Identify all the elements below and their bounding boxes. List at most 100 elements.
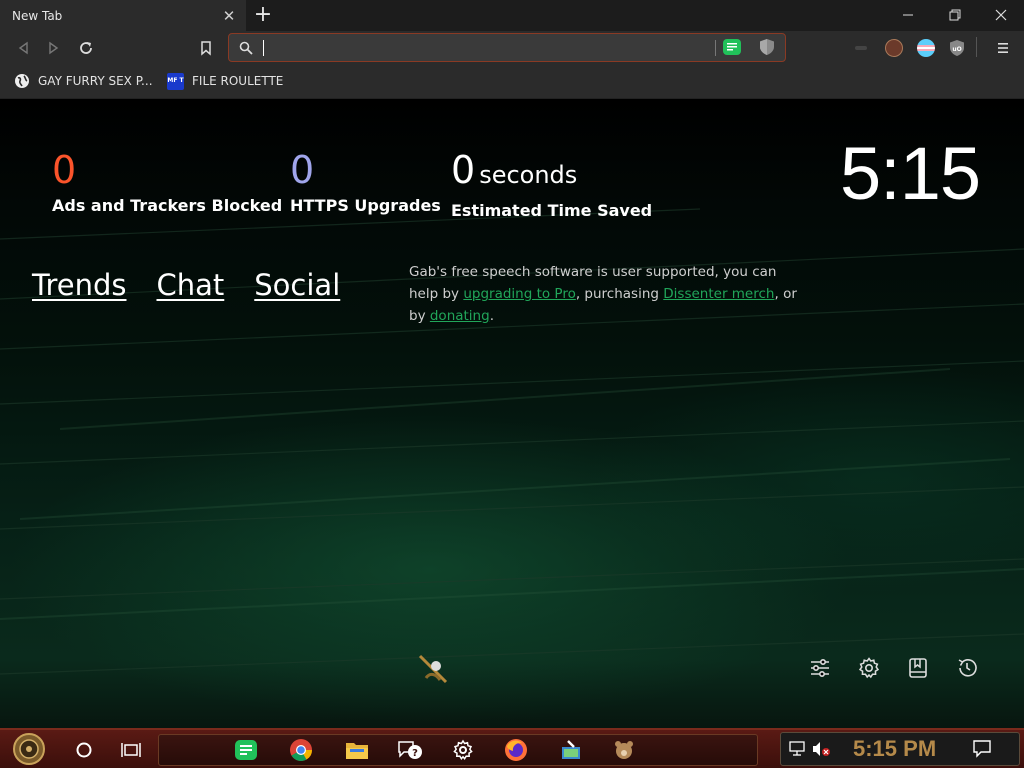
bookmark-button[interactable] [195, 37, 217, 59]
forward-icon [49, 41, 59, 55]
settings-button[interactable] [857, 656, 881, 680]
book-icon [909, 658, 927, 678]
taskbar-app-settings[interactable] [449, 736, 477, 764]
system-tray: 5:15 PM [780, 732, 1020, 766]
dissenter-icon [235, 740, 257, 760]
close-icon [995, 9, 1007, 21]
time-saved-stat: 0 seconds Estimated Time Saved [451, 148, 652, 220]
svg-text:uO: uO [952, 46, 961, 53]
volume-muted-icon[interactable] [812, 741, 832, 757]
mascot-icon [418, 654, 448, 684]
trends-link[interactable]: Trends [32, 268, 126, 302]
taskbar-app-chrome[interactable] [287, 736, 315, 764]
avatar-extension-icon[interactable] [885, 39, 903, 57]
menu-button[interactable] [992, 37, 1014, 59]
notification-icon[interactable] [973, 740, 991, 758]
url-bar[interactable] [228, 33, 786, 62]
hamburger-icon [998, 43, 1008, 53]
time-saved-label: Estimated Time Saved [451, 201, 653, 220]
tab-strip: New Tab ✕ + [0, 0, 1024, 31]
folder-icon [346, 743, 368, 759]
dissenter-merch-link[interactable]: Dissenter merch [663, 286, 774, 302]
help-icon: ? [398, 741, 422, 759]
restore-button[interactable] [935, 4, 975, 26]
task-view-icon [121, 743, 141, 757]
taskbar-app-dissenter[interactable] [232, 736, 260, 764]
sliders-icon [811, 658, 829, 678]
mft-icon: MF T [167, 72, 184, 90]
taskbar: ? 5:15 PM [0, 728, 1024, 768]
extension-dim-icon[interactable] [852, 39, 870, 57]
ads-blocked-count: 0 [52, 148, 77, 192]
ublock-icon[interactable]: uO [948, 39, 966, 57]
clock: 5:15 [840, 132, 981, 215]
back-button[interactable] [12, 37, 34, 59]
taskbar-app-help[interactable]: ? [396, 736, 424, 764]
task-view-button[interactable] [117, 736, 145, 764]
dissenter-comments-icon[interactable] [723, 39, 741, 55]
reload-icon [80, 42, 92, 54]
bookmarks-button[interactable] [906, 656, 930, 680]
cortana-icon [76, 742, 92, 758]
text-caret [263, 40, 264, 56]
tab-title: New Tab [12, 8, 63, 23]
new-tab-button[interactable]: + [252, 3, 274, 27]
https-upgrades-count: 0 [290, 148, 315, 192]
bookmark-icon [201, 41, 211, 56]
url-separator [715, 40, 716, 56]
chat-link[interactable]: Chat [156, 268, 224, 302]
donating-link[interactable]: donating [430, 308, 490, 324]
gear-icon [858, 657, 880, 679]
firefox-icon [505, 739, 527, 761]
bear-icon [615, 741, 633, 759]
taskbar-app-explorer[interactable] [343, 736, 371, 764]
shield-icon[interactable] [759, 38, 775, 60]
bookmark-label: GAY FURRY SEX P... [38, 74, 153, 88]
cortana-button[interactable] [70, 736, 98, 764]
upgrade-pro-link[interactable]: upgrading to Pro [463, 286, 576, 302]
start-button[interactable] [12, 732, 46, 766]
time-saved-unit: seconds [479, 161, 578, 189]
taskbar-app-paint[interactable] [557, 736, 585, 764]
message-text: , purchasing [575, 286, 664, 302]
tab-new-tab[interactable]: New Tab ✕ [0, 0, 246, 31]
globe-icon [15, 74, 29, 88]
start-icon [13, 733, 45, 765]
https-upgrades-label: HTTPS Upgrades [290, 196, 441, 215]
bookmark-label: FILE ROULETTE [192, 74, 284, 88]
page-controls [808, 656, 979, 680]
flag-extension-icon[interactable] [917, 39, 935, 57]
ads-blocked-stat: 0 Ads and Trackers Blocked [52, 148, 282, 215]
bookmark-item[interactable]: GAY FURRY SEX P... [14, 71, 153, 91]
bookmark-item[interactable]: MF T FILE ROULETTE [167, 71, 283, 91]
restore-icon [949, 9, 961, 21]
search-icon [239, 41, 253, 55]
top-links: Trends Chat Social [32, 268, 340, 302]
toolbar: uO [0, 31, 1024, 65]
toolbar-divider [976, 37, 977, 57]
tray-clock[interactable]: 5:15 PM [853, 736, 936, 762]
address-input[interactable] [259, 38, 707, 58]
close-window-button[interactable] [981, 4, 1021, 26]
paint-icon [562, 740, 580, 759]
chrome-icon [290, 739, 312, 761]
back-icon [18, 41, 28, 55]
taskbar-app-mascot[interactable] [610, 736, 638, 764]
history-icon [958, 659, 977, 677]
new-tab-page: 0 Ads and Trackers Blocked 0 HTTPS Upgra… [0, 99, 1024, 728]
social-link[interactable]: Social [254, 268, 340, 302]
tab-close-icon[interactable]: ✕ [222, 7, 236, 25]
settings-gear-icon [453, 739, 473, 760]
taskbar-app-firefox[interactable] [502, 736, 530, 764]
network-icon[interactable] [789, 741, 807, 757]
bookmarks-bar: GAY FURRY SEX P... MF T FILE ROULETTE [0, 65, 1024, 99]
ads-blocked-label: Ads and Trackers Blocked [52, 196, 283, 215]
time-saved-value: 0 [451, 148, 476, 192]
reload-button[interactable] [75, 37, 97, 59]
minimize-icon [903, 14, 913, 16]
customize-button[interactable] [808, 656, 832, 680]
history-button[interactable] [955, 656, 979, 680]
svg-text:?: ? [412, 748, 418, 759]
forward-button[interactable] [43, 37, 65, 59]
minimize-button[interactable] [888, 4, 928, 26]
